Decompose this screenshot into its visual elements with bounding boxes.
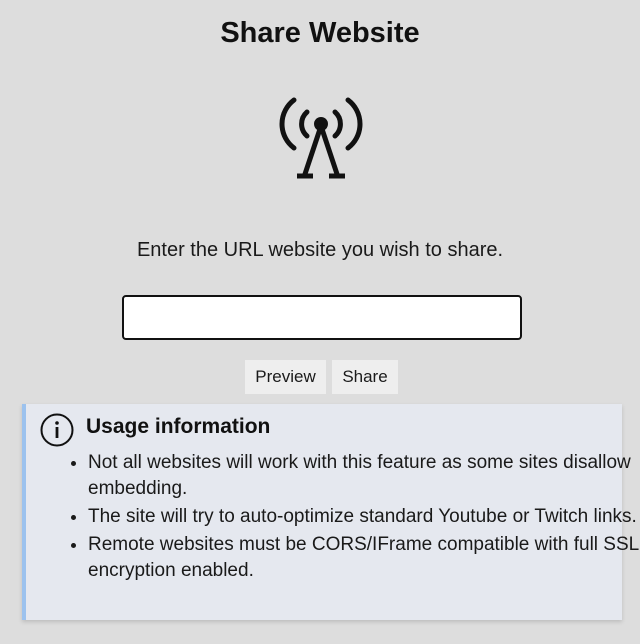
broadcast-antenna-icon	[279, 97, 363, 179]
url-prompt-text: Enter the URL website you wish to share.	[136, 239, 504, 261]
page-title: Share Website	[220, 17, 420, 49]
url-input[interactable]	[122, 295, 522, 340]
usage-info-heading: Usage information	[86, 415, 271, 438]
list-item: Not all websites will work with this fea…	[88, 450, 640, 502]
share-button[interactable]: Share	[332, 360, 398, 394]
share-website-page: Share Website Enter the URL website you …	[0, 0, 640, 644]
list-item: The site will try to auto-optimize stand…	[88, 504, 640, 530]
preview-button[interactable]: Preview	[245, 360, 326, 394]
info-circle-icon	[40, 413, 74, 447]
usage-info-list: Not all websites will work with this fea…	[52, 450, 640, 586]
usage-info-box: Usage information Not all websites will …	[22, 404, 640, 620]
list-item: Remote websites must be CORS/IFrame comp…	[88, 532, 640, 584]
